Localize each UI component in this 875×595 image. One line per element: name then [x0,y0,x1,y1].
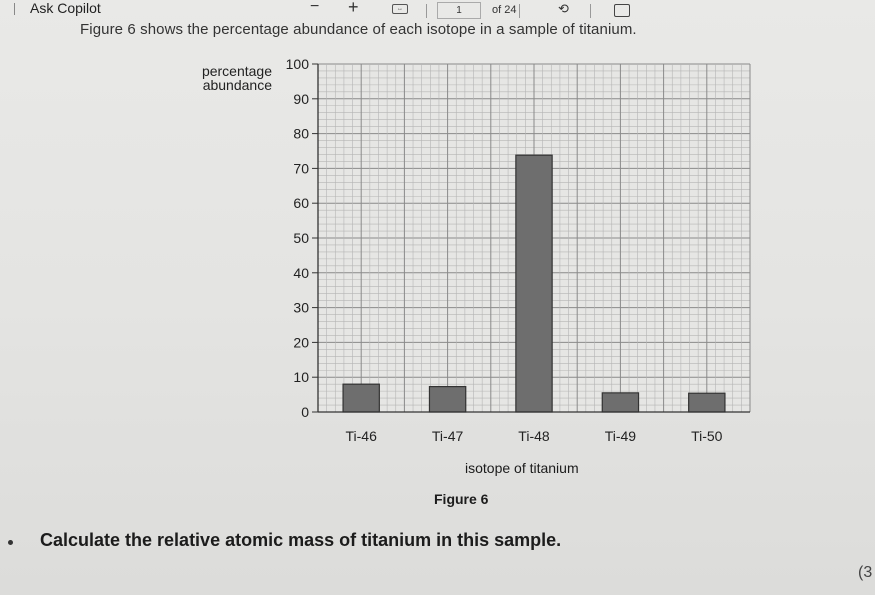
y-tick-label: 50 [293,230,309,246]
y-tick-label: 100 [286,56,310,72]
x-tick-label: Ti-50 [691,428,723,444]
y-ticks: 0 10 20 30 40 50 60 70 80 90 100 [286,56,318,420]
bar-ti-50 [688,392,726,413]
y-tick-label: 10 [293,369,309,385]
x-tick-label: Ti-49 [605,428,637,444]
y-tick-label: 80 [293,126,309,142]
x-axis-label: isotope of titanium [465,460,579,476]
figure-caption: Figure 6 [434,491,489,507]
y-tick-label: 20 [293,334,309,350]
y-tick-label: 60 [293,195,309,211]
bar-ti-48 [515,154,553,413]
y-tick-label: 90 [293,91,309,107]
bar-ti-49 [601,392,640,413]
marks-fragment: (3 [858,564,873,581]
y-tick-label: 0 [301,404,309,420]
bar-ti-46 [342,383,380,413]
bullet-dot [8,540,13,545]
x-tick-label: Ti-47 [432,428,464,444]
x-tick-label: Ti-48 [518,428,550,444]
x-tick-label: Ti-46 [346,428,378,444]
y-tick-label: 30 [293,300,309,316]
bar-ti-47 [428,385,467,413]
y-tick-label: 70 [293,160,309,176]
question-text: Calculate the relative atomic mass of ti… [40,530,562,550]
x-ticks: Ti-46 Ti-47 Ti-48 Ti-49 Ti-50 [346,428,723,444]
y-tick-label: 40 [293,265,309,281]
